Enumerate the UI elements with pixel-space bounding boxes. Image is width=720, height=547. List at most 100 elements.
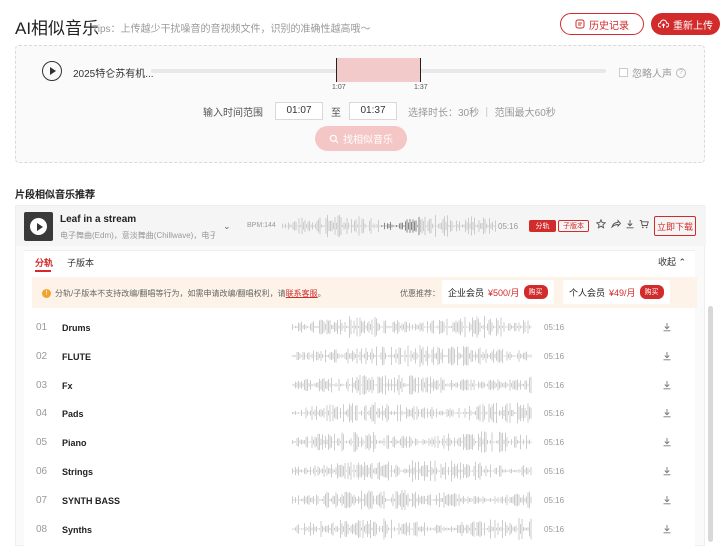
download-icon[interactable] bbox=[662, 495, 672, 505]
waveform-bar bbox=[394, 411, 395, 416]
waveform-bar bbox=[514, 494, 515, 506]
waveform-bar bbox=[478, 381, 479, 389]
stem-waveform[interactable] bbox=[292, 460, 532, 482]
waveform-bar bbox=[480, 223, 481, 229]
waveform-bar bbox=[440, 411, 442, 416]
share-icon[interactable] bbox=[611, 219, 621, 229]
waveform-bar bbox=[319, 378, 320, 391]
find-similar-button[interactable]: 找相似音乐 bbox=[315, 126, 407, 151]
waveform-bar bbox=[283, 225, 285, 227]
stem-waveform[interactable] bbox=[292, 374, 532, 396]
waveform-bar bbox=[409, 355, 410, 357]
stem-row[interactable]: 01 Drums 05:16 bbox=[24, 313, 695, 342]
tab-stems[interactable]: 分轨 bbox=[35, 256, 53, 269]
stem-waveform[interactable] bbox=[292, 431, 532, 453]
waveform-bar bbox=[325, 469, 326, 473]
waveform-bar bbox=[371, 463, 373, 479]
play-button[interactable] bbox=[42, 61, 62, 81]
waveform-bar bbox=[293, 326, 295, 328]
download-icon[interactable] bbox=[662, 524, 672, 534]
waveform-bar bbox=[404, 523, 406, 535]
stems-tag[interactable]: 分轨 bbox=[529, 220, 556, 232]
stem-waveform[interactable] bbox=[292, 344, 532, 367]
scrollbar[interactable] bbox=[708, 306, 713, 542]
collapse-button[interactable]: 收起 ⌃ bbox=[658, 255, 686, 268]
song-name[interactable]: Leaf in a stream bbox=[60, 214, 136, 225]
star-icon[interactable] bbox=[596, 219, 606, 229]
waveform-bar bbox=[508, 441, 509, 444]
chevron-down-icon[interactable]: ⌄ bbox=[223, 221, 231, 232]
stem-row[interactable]: 07 SYNTH BASS 05:16 bbox=[24, 486, 695, 515]
waveform-bar bbox=[319, 353, 320, 358]
history-button[interactable]: 历史记录 bbox=[560, 13, 644, 35]
waveform-bar bbox=[317, 325, 319, 329]
waveform-bar bbox=[322, 525, 323, 532]
start-time-input[interactable]: 01:07 bbox=[275, 102, 323, 120]
waveform-bar bbox=[412, 219, 414, 233]
waveform-bar bbox=[495, 220, 496, 232]
personal-member-offer: 个人会员 ¥49/月 购买 bbox=[563, 280, 670, 304]
end-time-input[interactable]: 01:37 bbox=[349, 102, 397, 120]
waveform-bar bbox=[314, 326, 316, 328]
download-icon[interactable] bbox=[625, 219, 635, 229]
song-cover-play-button[interactable] bbox=[24, 212, 53, 241]
download-icon[interactable] bbox=[662, 351, 672, 361]
waveform-bar bbox=[475, 461, 476, 481]
stem-row[interactable]: 08 Synths 05:16 bbox=[24, 515, 695, 544]
waveform-bar bbox=[413, 406, 415, 421]
ignore-vocal-checkbox[interactable] bbox=[619, 68, 628, 77]
waveform-bar bbox=[361, 348, 362, 364]
waveform-bar bbox=[421, 218, 423, 234]
stem-waveform[interactable] bbox=[292, 402, 532, 425]
waveform-bar bbox=[305, 496, 307, 503]
waveform-bar bbox=[418, 494, 419, 506]
buy-button[interactable]: 购买 bbox=[639, 285, 664, 299]
download-icon[interactable] bbox=[662, 437, 672, 447]
waveform-bar bbox=[310, 410, 311, 417]
waveform-bar bbox=[440, 524, 442, 533]
waveform-bar bbox=[328, 320, 329, 334]
download-icon[interactable] bbox=[662, 466, 672, 476]
help-icon[interactable]: ? bbox=[676, 67, 686, 78]
reupload-button[interactable]: 重新上传 bbox=[651, 13, 720, 35]
waveform-bar bbox=[338, 438, 340, 447]
tab-subversions[interactable]: 子版本 bbox=[67, 256, 94, 269]
waveform-bar bbox=[302, 498, 304, 502]
subversion-tag[interactable]: 子版本 bbox=[558, 220, 589, 232]
download-icon[interactable] bbox=[662, 380, 672, 390]
contact-service-link[interactable]: 联系客服 bbox=[286, 289, 318, 298]
stem-row[interactable]: 06 Strings 05:16 bbox=[24, 457, 695, 486]
waveform-bar bbox=[422, 465, 424, 477]
waveform-bar bbox=[296, 525, 298, 533]
waveform-bar bbox=[509, 379, 511, 391]
download-icon[interactable] bbox=[662, 322, 672, 332]
buy-button[interactable]: 购买 bbox=[523, 285, 548, 299]
waveform-bar bbox=[427, 221, 429, 231]
waveform-bar bbox=[374, 402, 376, 425]
waveform-bar bbox=[293, 412, 295, 415]
waveform-bar bbox=[463, 434, 464, 451]
download-icon[interactable] bbox=[662, 408, 672, 418]
stem-row[interactable]: 03 Fx 05:16 bbox=[24, 371, 695, 400]
stems-panel: 分轨 子版本 收起 ⌃ ! 分轨/子版本不支持改编/翻唱等行为，如需申请改编/翻… bbox=[24, 250, 713, 547]
waveform-bar bbox=[400, 381, 401, 388]
waveform-bar bbox=[494, 519, 496, 538]
ignore-vocal-toggle[interactable]: 忽略人声 ? bbox=[619, 65, 686, 80]
waveform-bar bbox=[433, 225, 435, 227]
download-now-button[interactable]: 立即下载 bbox=[654, 216, 696, 236]
waveform-bar bbox=[301, 528, 302, 530]
cart-icon[interactable] bbox=[639, 219, 649, 229]
selected-range-handle[interactable] bbox=[336, 58, 421, 82]
song-row[interactable]: Leaf in a stream 电子舞曲(Edm)，意淡舞曲(Chillwav… bbox=[16, 206, 706, 246]
waveform-bar bbox=[338, 378, 340, 391]
waveform-bar bbox=[397, 527, 398, 530]
waveform-bar bbox=[403, 324, 404, 330]
stem-waveform[interactable] bbox=[292, 489, 532, 511]
stem-row[interactable]: 04 Pads 05:16 bbox=[24, 399, 695, 428]
stem-row[interactable]: 05 Piano 05:16 bbox=[24, 428, 695, 457]
stem-waveform[interactable] bbox=[292, 316, 532, 338]
waveform-bar bbox=[308, 382, 310, 387]
song-waveform[interactable] bbox=[282, 214, 496, 238]
stem-row[interactable]: 02 FLUTE 05:16 bbox=[24, 342, 695, 371]
stem-waveform[interactable] bbox=[292, 517, 532, 540]
